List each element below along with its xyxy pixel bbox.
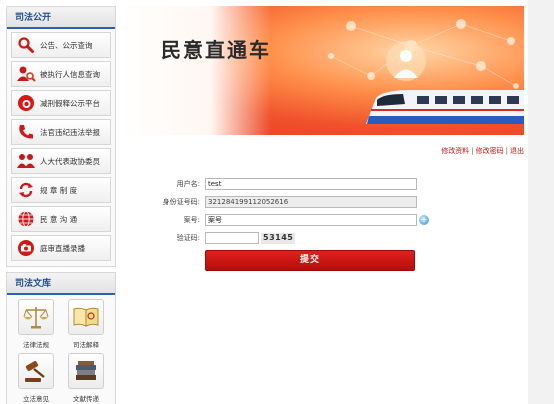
- library-item-interpretation[interactable]: 司法解释: [61, 299, 111, 349]
- menu-item-label: 被执行人信息查询: [40, 69, 100, 79]
- library-item-document-delivery[interactable]: 文献传递: [61, 353, 111, 403]
- scales-icon: [18, 299, 54, 335]
- idcard-label: 身份证号码:: [162, 198, 200, 206]
- edit-profile-link[interactable]: 修改资料: [441, 147, 469, 155]
- library-item-label: 立法意见: [23, 395, 49, 403]
- menu-item-public-communication[interactable]: 民 意 沟 通: [11, 206, 111, 232]
- banner-fade: [121, 6, 271, 135]
- captcha-field[interactable]: [205, 232, 259, 244]
- idcard-row: 身份证号码:: [121, 196, 524, 209]
- judicial-library-panel: 司法文库 法律法规 司法解释 立法意见 文献传递: [6, 272, 116, 404]
- menu-item-judge-report[interactable]: 法官违纪违法举报: [11, 119, 111, 145]
- menu-item-label: 庭审直播录播: [40, 243, 85, 253]
- menu-item-regulations[interactable]: 规 章 制 度: [11, 177, 111, 203]
- username-field[interactable]: [205, 178, 417, 190]
- camera-icon: [15, 237, 37, 259]
- library-item-label: 法律法规: [23, 341, 49, 349]
- menu-item-announcement-query[interactable]: 公告、公示查询: [11, 32, 111, 58]
- logout-link[interactable]: 退出: [510, 147, 524, 155]
- captcha-row: 验证码: 53145: [121, 232, 524, 245]
- phone-icon: [15, 121, 37, 143]
- username-row: 用户名:: [121, 178, 524, 191]
- library-item-laws[interactable]: 法律法规: [11, 299, 61, 349]
- menu-item-executee-query[interactable]: 被执行人信息查询: [11, 61, 111, 87]
- menu-item-trial-broadcast[interactable]: 庭审直播录播: [11, 235, 111, 261]
- refresh-icon: [15, 179, 37, 201]
- case-number-label: 案号:: [183, 216, 200, 224]
- captcha-label: 验证码:: [176, 234, 200, 242]
- menu-item-label: 公告、公示查询: [40, 40, 93, 50]
- magnifier-icon: [15, 34, 37, 56]
- book-stack-icon: [68, 353, 104, 389]
- judicial-open-title: 司法公开: [7, 7, 115, 29]
- idcard-field[interactable]: [205, 196, 417, 208]
- banner-title: 民意直通车: [161, 38, 271, 62]
- library-item-label: 司法解释: [73, 341, 99, 349]
- add-case-icon[interactable]: +: [419, 215, 429, 225]
- judicial-open-menu: 公告、公示查询 被执行人信息查询 减刑假释公示平台 法官违纪违法举报 人大代表政…: [7, 29, 115, 266]
- library-item-legislative-opinion[interactable]: 立法意见: [11, 353, 61, 403]
- library-grid: 法律法规 司法解释 立法意见 文献传递: [7, 295, 115, 403]
- case-number-row: 案号: +: [121, 214, 524, 227]
- account-links: 修改资料 | 修改密码 | 退出: [441, 146, 524, 156]
- menu-item-deputies[interactable]: 人大代表政协委员: [11, 148, 111, 174]
- link-separator: |: [471, 147, 474, 155]
- menu-item-label: 民 意 沟 通: [40, 214, 78, 224]
- menu-item-label: 减刑假释公示平台: [40, 98, 100, 108]
- change-password-link[interactable]: 修改密码: [476, 147, 504, 155]
- gavel-icon: [18, 353, 54, 389]
- globe-icon: [15, 208, 37, 230]
- username-label: 用户名:: [176, 180, 200, 188]
- menu-item-label: 人大代表政协委员: [40, 156, 100, 166]
- page-margin: [528, 0, 554, 404]
- menu-item-commutation-platform[interactable]: 减刑假释公示平台: [11, 90, 111, 116]
- case-number-field[interactable]: [205, 214, 417, 226]
- link-separator: |: [505, 147, 508, 155]
- vodafone-logo-icon: [15, 92, 37, 114]
- main-content: 民意直通车 修改资料|修改密码|退出 用户名: 身份证号码: 案号: + 验证码…: [121, 6, 524, 404]
- library-item-label: 文献传递: [73, 395, 99, 403]
- captcha-image[interactable]: 53145: [261, 233, 296, 244]
- banner: 民意直通车: [121, 6, 524, 135]
- person-search-icon: [15, 63, 37, 85]
- sidebar: 司法公开 公告、公示查询 被执行人信息查询 减刑假释公示平台 法官违纪违法举报 …: [6, 6, 116, 404]
- submit-button[interactable]: 提交: [205, 250, 415, 271]
- judicial-open-panel: 司法公开 公告、公示查询 被执行人信息查询 减刑假释公示平台 法官违纪违法举报 …: [6, 6, 116, 267]
- judicial-library-title: 司法文库: [7, 273, 115, 295]
- open-book-icon: [68, 299, 104, 335]
- menu-item-label: 法官违纪违法举报: [40, 127, 100, 137]
- people-icon: [15, 150, 37, 172]
- menu-item-label: 规 章 制 度: [40, 185, 78, 195]
